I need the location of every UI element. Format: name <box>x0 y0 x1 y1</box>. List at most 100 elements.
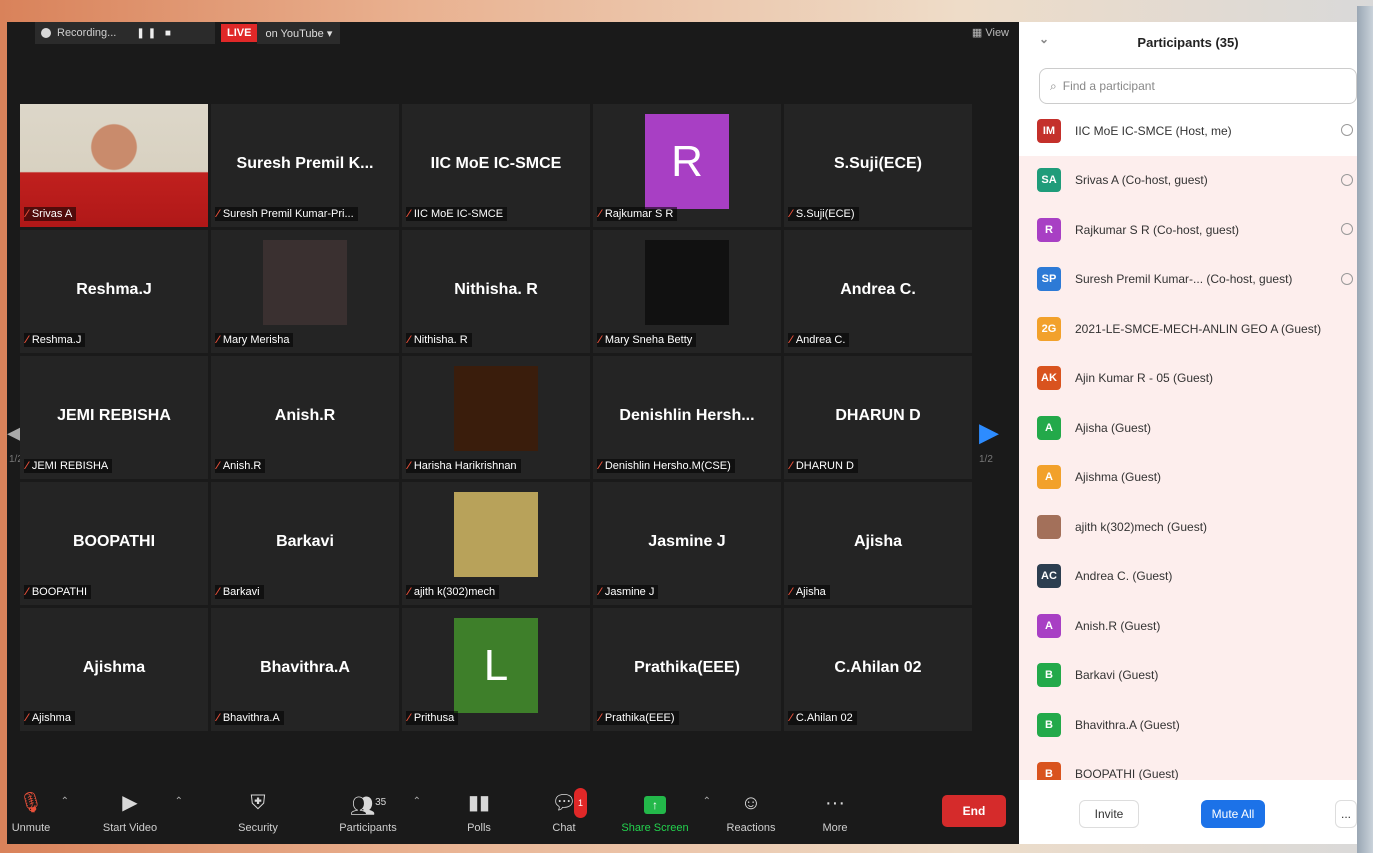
chat-button[interactable]: 💬︎ 1 Chat <box>547 788 587 834</box>
participant-tile[interactable]: Prathika(EEE) ⁄ Prathika(EEE) <box>593 608 781 731</box>
participant-row[interactable]: SA Srivas A (Co-host, guest) <box>1019 155 1357 205</box>
tile-name-label: ⁄ Prithusa <box>406 711 459 725</box>
participant-tile[interactable]: IIC MoE IC-SMCE ⁄ IIC MoE IC-SMCE <box>402 104 590 227</box>
mic-muted-icon: ⁄ <box>790 208 792 220</box>
recording-indicator[interactable]: Recording... ❚❚ ■ <box>35 22 215 44</box>
participant-search-input[interactable]: ⌕ Find a participant <box>1039 68 1357 104</box>
participant-row[interactable]: B Barkavi (Guest) <box>1019 650 1357 700</box>
tile-name-label: ⁄ BOOPATHI <box>24 585 92 599</box>
share-screen-button[interactable]: ↑ Share Screen ⌃ <box>617 788 711 834</box>
tile-display-name: Andrea C. <box>840 280 916 298</box>
participant-tile[interactable]: ⁄ Mary Merisha <box>211 230 399 353</box>
mute-all-button[interactable]: Mute All <box>1201 800 1265 828</box>
participant-row[interactable]: AC Andrea C. (Guest) <box>1019 551 1357 601</box>
mic-muted-icon[interactable] <box>1341 173 1353 186</box>
participant-row[interactable]: A Ajishma (Guest) <box>1019 452 1357 502</box>
participant-row[interactable]: SP Suresh Premil Kumar-... (Co-host, gues… <box>1019 254 1357 304</box>
participant-tile[interactable]: Denishlin Hersh... ⁄ Denishlin Hersho.M(CS… <box>593 356 781 479</box>
participant-tile[interactable]: Nithisha. R ⁄ Nithisha. R <box>402 230 590 353</box>
participant-tile[interactable]: S.Suji(ECE) ⁄ S.Suji(ECE) <box>784 104 972 227</box>
share-screen-label: Share Screen <box>621 822 689 834</box>
participant-photo <box>263 240 347 325</box>
tile-display-name: Jasmine J <box>648 532 726 550</box>
share-screen-icon: ↑ <box>644 796 666 814</box>
participant-row[interactable]: 2G 2021-LE-SMCE-MECH-ANLIN GEO A (Guest) <box>1019 304 1357 354</box>
participant-name: Andrea C. (Guest) <box>1075 569 1173 584</box>
participant-tile[interactable]: Reshma.J ⁄ Reshma.J <box>20 230 208 353</box>
participant-name: Ajisha (Guest) <box>1075 420 1152 435</box>
start-video-button[interactable]: ▶︎ Start Video ⌃ <box>95 788 183 834</box>
chat-icon: 💬︎ 1 <box>547 788 587 822</box>
participant-tile[interactable]: Anish.R ⁄ Anish.R <box>211 356 399 479</box>
recording-icon <box>41 28 51 38</box>
chevron-up-icon[interactable]: ⌃ <box>61 796 69 807</box>
participant-row[interactable]: ajith k(302)mech (Guest) <box>1019 502 1357 552</box>
tile-label-text: Prithusa <box>413 712 455 724</box>
participant-tile[interactable]: Barkavi ⁄ Barkavi <box>211 482 399 605</box>
participant-tile[interactable]: DHARUN D ⁄ DHARUN D <box>784 356 972 479</box>
mic-muted-icon[interactable] <box>1341 124 1353 136</box>
more-label: More <box>822 822 848 834</box>
security-button[interactable]: ⛨ Security <box>233 788 283 834</box>
participant-tile[interactable]: L ⁄ Prithusa <box>402 608 590 731</box>
participant-tile[interactable]: JEMI REBISHA ⁄ JEMI REBISHA <box>20 356 208 479</box>
tile-name-label: ⁄ Srivas A <box>24 207 77 221</box>
view-button[interactable]: ▦ View <box>972 26 1009 39</box>
recording-controls[interactable]: ❚❚ ■ <box>136 28 174 39</box>
chevron-down-icon[interactable]: ⌄ <box>1039 32 1049 46</box>
tile-label-text: ajith k(302)mech <box>413 586 496 598</box>
unmute-button[interactable]: 🎙︎ Unmute ⌃ <box>11 788 69 834</box>
panel-header: ⌄ Participants (35) <box>1019 22 1357 62</box>
live-target-dropdown[interactable]: on YouTube ▾ <box>257 22 341 44</box>
invite-button[interactable]: Invite <box>1079 800 1139 828</box>
page-next-icon[interactable]: ▶ <box>979 417 999 448</box>
participant-tile[interactable]: C.Ahilan 02 ⁄ C.Ahilan 02 <box>784 608 972 731</box>
panel-title: Participants (35) <box>1137 34 1239 50</box>
participant-row[interactable]: IM IIC MoE IC-SMCE (Host, me) <box>1019 106 1357 156</box>
participant-row[interactable]: A Ajisha (Guest) <box>1019 403 1357 453</box>
participant-row[interactable]: A Anish.R (Guest) <box>1019 601 1357 651</box>
participant-tile[interactable]: ⁄ Srivas A <box>20 104 208 227</box>
mic-muted-icon: ⁄ <box>217 334 219 346</box>
participant-tile[interactable]: Ajisha ⁄ Ajisha <box>784 482 972 605</box>
tile-display-name: JEMI REBISHA <box>57 406 171 424</box>
security-label: Security <box>238 822 278 834</box>
mic-muted-icon[interactable] <box>1341 223 1353 235</box>
participant-tile[interactable]: Bhavithra.A ⁄ Bhavithra.A <box>211 608 399 731</box>
participant-row[interactable]: AK Ajin Kumar R - 05 (Guest) <box>1019 353 1357 403</box>
participant-tile[interactable]: ⁄ Harisha Harikrishnan <box>402 356 590 479</box>
chevron-up-icon[interactable]: ⌃ <box>175 796 183 807</box>
tile-name-label: ⁄ C.Ahilan 02 <box>788 711 857 725</box>
tile-name-label: ⁄ S.Suji(ECE) <box>788 207 859 221</box>
polls-button[interactable]: ▮▮ Polls <box>462 788 496 834</box>
participant-photo <box>454 492 538 577</box>
more-button[interactable]: ··· More <box>817 788 853 834</box>
page-indicator-right: 1/2 <box>979 454 993 465</box>
participant-avatar: AK <box>1037 366 1061 391</box>
participant-tile[interactable]: BOOPATHI ⁄ BOOPATHI <box>20 482 208 605</box>
mic-muted-icon[interactable] <box>1341 272 1353 285</box>
participant-tile[interactable]: Andrea C. ⁄ Andrea C. <box>784 230 972 353</box>
panel-more-button[interactable]: ... <box>1335 800 1357 828</box>
participant-tile[interactable]: R ⁄ Rajkumar S R <box>593 104 781 227</box>
participant-name: IIC MoE IC-SMCE (Host, me) <box>1075 123 1232 138</box>
participant-tile[interactable]: ⁄ Mary Sneha Betty <box>593 230 781 353</box>
participants-count: 35 <box>375 797 387 808</box>
end-meeting-button[interactable]: End <box>942 795 1006 827</box>
reactions-button[interactable]: ☺︎ Reactions <box>723 788 779 834</box>
tile-name-label: ⁄ ajith k(302)mech <box>406 585 500 599</box>
participant-row[interactable]: B Bhavithra.A (Guest) <box>1019 700 1357 750</box>
participant-avatar: A <box>1037 415 1061 440</box>
participant-tile[interactable]: Jasmine J ⁄ Jasmine J <box>593 482 781 605</box>
chevron-up-icon[interactable]: ⌃ <box>703 796 711 807</box>
participant-tile[interactable]: Ajishma ⁄ Ajishma <box>20 608 208 731</box>
participants-button[interactable]: 👥︎35 Participants ⌃ <box>333 788 421 834</box>
participant-name: Anish.R (Guest) <box>1075 618 1161 633</box>
participant-tile[interactable]: Suresh Premil K... ⁄ Suresh Premil Kumar-P… <box>211 104 399 227</box>
mic-muted-icon: ⁄ <box>408 208 410 220</box>
mic-muted-icon: ⁄ <box>599 460 601 472</box>
participant-avatar: R <box>645 114 729 209</box>
participant-row[interactable]: R Rajkumar S R (Co-host, guest) <box>1019 205 1357 255</box>
chevron-up-icon[interactable]: ⌃ <box>413 796 421 807</box>
participant-tile[interactable]: ⁄ ajith k(302)mech <box>402 482 590 605</box>
